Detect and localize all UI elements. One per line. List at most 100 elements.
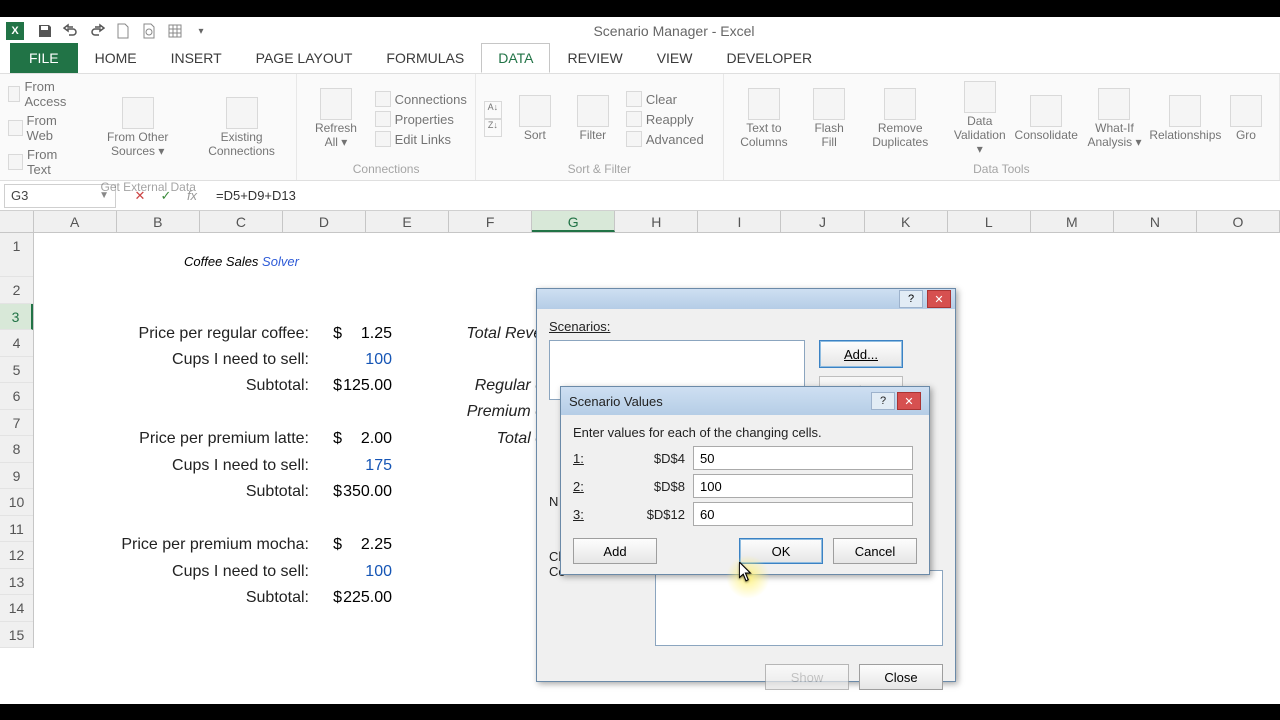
scenario-values-dialog[interactable]: Scenario Values ? ✕ Enter values for eac… (560, 386, 930, 575)
col-header-N[interactable]: N (1114, 211, 1197, 232)
qat-preview[interactable] (136, 19, 162, 43)
btn-relationships[interactable]: Relationships (1158, 93, 1213, 145)
btn-flash-fill[interactable]: Flash Fill (804, 86, 854, 152)
tab-file[interactable]: FILE (10, 43, 78, 73)
row-header-8[interactable]: 8 (0, 436, 33, 463)
val-d13: 225.00 (332, 589, 392, 607)
lbl-cups-mocha: Cups I need to sell: (89, 563, 309, 581)
btn-existing-conn[interactable]: Existing Connections (195, 95, 289, 161)
btn-properties[interactable]: Properties (375, 110, 467, 128)
column-headers: ABCDEFGHIJKLMNO (0, 211, 1280, 233)
sv-ok-button[interactable]: OK (739, 538, 823, 564)
btn-refresh-all[interactable]: Refresh All ▾ (305, 86, 366, 152)
val-d7: 2.00 (332, 430, 392, 448)
sm-help-icon[interactable]: ? (899, 290, 923, 308)
tab-home[interactable]: HOME (78, 43, 154, 73)
tab-developer[interactable]: DEVELOPER (709, 43, 829, 73)
val-d3: 1.25 (332, 325, 392, 343)
btn-sort[interactable]: Sort (510, 93, 560, 145)
col-header-D[interactable]: D (283, 211, 366, 232)
col-header-F[interactable]: F (449, 211, 532, 232)
btn-remove-dup[interactable]: Remove Duplicates (862, 86, 938, 152)
sv-input-3[interactable] (693, 502, 913, 526)
row-header-3[interactable]: 3 (0, 304, 33, 331)
row-header-15[interactable]: 15 (0, 622, 33, 649)
btn-from-access[interactable]: From Access (8, 78, 81, 110)
qat-customize[interactable]: ▾ (188, 19, 214, 43)
btn-advanced[interactable]: Advanced (626, 130, 704, 148)
lbl-cups-latte: Cups I need to sell: (89, 457, 309, 475)
btn-edit-links[interactable]: Edit Links (375, 130, 467, 148)
lbl-price-mocha: Price per premium mocha: (59, 536, 309, 554)
row-header-10[interactable]: 10 (0, 489, 33, 516)
btn-reapply[interactable]: Reapply (626, 110, 704, 128)
formula-bar[interactable]: =D5+D9+D13 (212, 184, 1280, 208)
btn-from-web[interactable]: From Web (8, 112, 81, 144)
select-all-corner[interactable] (0, 211, 34, 232)
col-header-H[interactable]: H (615, 211, 698, 232)
qat-save[interactable] (32, 19, 58, 43)
sv-help-icon[interactable]: ? (871, 392, 895, 410)
tab-review[interactable]: REVIEW (550, 43, 639, 73)
tab-insert[interactable]: INSERT (154, 43, 239, 73)
col-header-B[interactable]: B (117, 211, 200, 232)
qat-table[interactable] (162, 19, 188, 43)
btn-other-sources[interactable]: From Other Sources ▾ (89, 95, 187, 161)
qat-redo[interactable] (84, 19, 110, 43)
row-header-12[interactable]: 12 (0, 542, 33, 569)
btn-data-validation[interactable]: Data Validation ▾ (946, 79, 1013, 158)
col-header-M[interactable]: M (1031, 211, 1114, 232)
row-header-4[interactable]: 4 (0, 330, 33, 357)
ribbon: From Access From Web From Text From Othe… (0, 73, 1280, 181)
row-header-6[interactable]: 6 (0, 383, 33, 410)
excel-icon: X (6, 22, 24, 40)
cursor-icon (739, 562, 753, 582)
sm-close-icon[interactable]: ✕ (927, 290, 951, 308)
row-header-2[interactable]: 2 (0, 277, 33, 304)
qat-new[interactable] (110, 19, 136, 43)
col-header-E[interactable]: E (366, 211, 449, 232)
tab-page-layout[interactable]: PAGE LAYOUT (239, 43, 370, 73)
btn-connections[interactable]: Connections (375, 90, 467, 108)
btn-filter[interactable]: Filter (568, 93, 618, 145)
col-header-L[interactable]: L (948, 211, 1031, 232)
sv-row-1: 1: $D$4 (573, 446, 917, 470)
col-header-I[interactable]: I (698, 211, 781, 232)
row-header-14[interactable]: 14 (0, 595, 33, 622)
btn-text-to-columns[interactable]: Text to Columns (732, 86, 796, 152)
val-d12: 100 (332, 563, 392, 581)
btn-clear[interactable]: Clear (626, 90, 704, 108)
tab-data[interactable]: DATA (481, 43, 550, 73)
col-header-O[interactable]: O (1197, 211, 1280, 232)
sv-titlebar[interactable]: Scenario Values ? ✕ (561, 387, 929, 415)
sm-close-button[interactable]: Close (859, 664, 943, 690)
sm-comment-box[interactable] (655, 570, 943, 646)
col-header-C[interactable]: C (200, 211, 283, 232)
col-header-J[interactable]: J (781, 211, 864, 232)
btn-consolidate[interactable]: Consolidate (1021, 93, 1071, 145)
sv-cancel-button[interactable]: Cancel (833, 538, 917, 564)
row-header-11[interactable]: 11 (0, 516, 33, 543)
sv-close-icon[interactable]: ✕ (897, 392, 921, 410)
btn-whatif[interactable]: What-If Analysis ▾ (1079, 86, 1150, 152)
sv-input-1[interactable] (693, 446, 913, 470)
btn-group[interactable]: Gro (1221, 93, 1271, 145)
sm-show-button[interactable]: Show (765, 664, 849, 690)
row-header-7[interactable]: 7 (0, 410, 33, 437)
col-header-G[interactable]: G (532, 211, 615, 232)
sv-add-button[interactable]: Add (573, 538, 657, 564)
tab-formulas[interactable]: FORMULAS (369, 43, 481, 73)
row-headers: 123456789101112131415 (0, 233, 34, 648)
btn-from-text[interactable]: From Text (8, 146, 81, 178)
sm-add-button[interactable]: Add... (819, 340, 903, 368)
tab-view[interactable]: VIEW (640, 43, 710, 73)
row-header-13[interactable]: 13 (0, 569, 33, 596)
row-header-5[interactable]: 5 (0, 357, 33, 384)
col-header-A[interactable]: A (34, 211, 117, 232)
row-header-9[interactable]: 9 (0, 463, 33, 490)
qat-undo[interactable] (58, 19, 84, 43)
row-header-1[interactable]: 1 (0, 233, 33, 277)
sv-input-2[interactable] (693, 474, 913, 498)
col-header-K[interactable]: K (865, 211, 948, 232)
lbl-sub2: Subtotal: (89, 483, 309, 501)
